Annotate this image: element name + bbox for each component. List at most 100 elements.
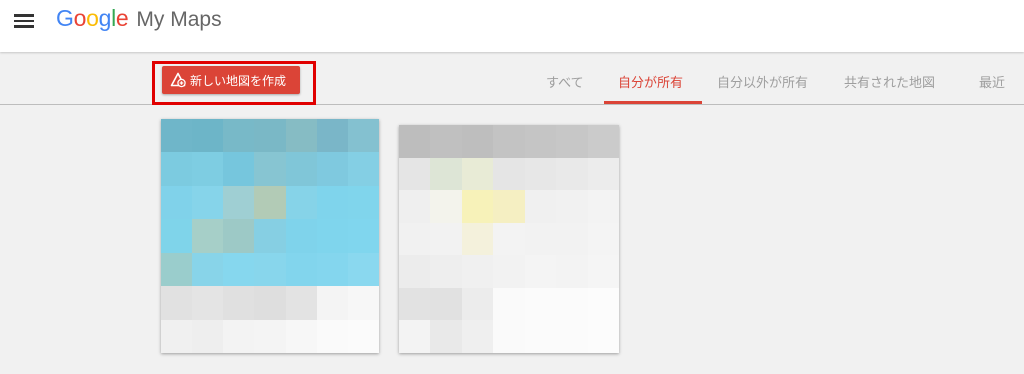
thumbnail-tile: [192, 185, 224, 220]
thumbnail-tile: [347, 319, 379, 353]
thumbnail-tile: [493, 222, 525, 256]
thumbnail-tile: [524, 125, 557, 158]
thumbnail-tile: [556, 125, 588, 158]
thumbnail-tile: [556, 157, 588, 191]
thumbnail-tile: [223, 152, 255, 186]
thumbnail-tile: [161, 119, 193, 153]
thumbnail-tile: [161, 319, 193, 353]
hamburger-menu-icon[interactable]: [14, 12, 36, 28]
thumbnail-tile: [399, 157, 431, 191]
google-logo: Google: [56, 5, 129, 31]
thumbnail-tile: [556, 190, 588, 223]
thumbnail-tile: [316, 119, 348, 153]
thumbnail-tile: [316, 319, 348, 353]
thumbnail-tile: [524, 222, 557, 256]
thumbnail-tile: [347, 286, 379, 320]
thumbnail-tile: [223, 252, 255, 287]
thumbnail-tile: [223, 286, 255, 320]
thumbnail-tile: [587, 255, 619, 288]
thumbnail-tile: [493, 190, 525, 223]
thumbnail-tile: [587, 287, 619, 321]
thumbnail-tile: [192, 119, 224, 153]
map-card[interactable]: [399, 125, 619, 353]
thumbnail-tile: [316, 286, 348, 320]
thumbnail-tile: [430, 190, 462, 223]
thumbnail-tile: [285, 286, 317, 320]
thumbnail-tile: [316, 185, 348, 220]
thumbnail-tile: [461, 190, 494, 223]
tab-recent[interactable]: 最近: [979, 72, 1005, 91]
tab-not-owned-by-me[interactable]: 自分以外が所有: [717, 72, 808, 91]
thumbnail-tile: [192, 286, 224, 320]
thumbnail-tile: [285, 119, 317, 153]
thumbnail-tile: [161, 252, 193, 287]
thumbnail-tile: [316, 252, 348, 287]
thumbnail-tile: [430, 125, 462, 158]
thumbnail-tile: [192, 319, 224, 353]
thumbnail-tile: [461, 320, 494, 353]
thumbnail-tile: [461, 125, 494, 158]
thumbnail-tile: [347, 185, 379, 220]
thumbnail-tile: [254, 252, 286, 287]
thumbnail-tile: [161, 185, 193, 220]
thumbnail-tile: [399, 222, 431, 256]
thumbnail-tile: [399, 125, 431, 158]
thumbnail-tile: [254, 219, 286, 253]
thumbnail-tile: [223, 319, 255, 353]
thumbnail-tile: [556, 255, 588, 288]
create-new-map-button[interactable]: 新しい地図を作成: [162, 66, 300, 94]
thumbnail-tile: [347, 152, 379, 186]
thumbnail-tile: [161, 219, 193, 253]
thumbnail-tile: [430, 222, 462, 256]
thumbnail-tile: [461, 157, 494, 191]
thumbnail-tile: [192, 252, 224, 287]
thumbnail-tile: [161, 286, 193, 320]
thumbnail-tile: [430, 320, 462, 353]
thumbnail-tile: [192, 219, 224, 253]
map-card[interactable]: [161, 119, 379, 353]
tab-shared-maps[interactable]: 共有された地図: [844, 72, 935, 91]
thumbnail-tile: [493, 157, 525, 191]
create-new-map-label: 新しい地図を作成: [190, 73, 287, 88]
thumbnail-tile: [587, 222, 619, 256]
thumbnail-tile: [430, 287, 462, 321]
thumbnail-tile: [524, 287, 557, 321]
thumbnail-tile: [493, 255, 525, 288]
thumbnail-tile: [347, 119, 379, 153]
product-name: My Maps: [136, 8, 222, 31]
thumbnail-tile: [524, 190, 557, 223]
app-bar: Google My Maps: [0, 0, 1024, 52]
thumbnail-tile: [524, 157, 557, 191]
thumbnail-tile: [399, 255, 431, 288]
thumbnail-tile: [399, 287, 431, 321]
thumbnail-tile: [524, 255, 557, 288]
thumbnail-tile: [587, 125, 619, 158]
thumbnail-tile: [285, 219, 317, 253]
thumbnail-tile: [493, 125, 525, 158]
thumbnail-tile: [254, 319, 286, 353]
app-logo[interactable]: Google My Maps: [56, 5, 222, 35]
thumbnail-tile: [285, 152, 317, 186]
thumbnail-tile: [399, 320, 431, 353]
thumbnail-tile: [223, 219, 255, 253]
thumbnail-tile: [587, 157, 619, 191]
thumbnail-tile: [223, 185, 255, 220]
add-map-icon: [170, 72, 186, 88]
thumbnail-tile: [461, 222, 494, 256]
thumbnail-tile: [254, 119, 286, 153]
thumbnail-tile: [254, 286, 286, 320]
thumbnail-tile: [587, 190, 619, 223]
thumbnail-tile: [461, 255, 494, 288]
thumbnail-tile: [430, 255, 462, 288]
tab-owned-by-me[interactable]: 自分が所有: [618, 72, 683, 91]
thumbnail-tile: [316, 219, 348, 253]
thumbnail-tile: [556, 287, 588, 321]
map-thumbnail: [161, 119, 379, 353]
tab-all[interactable]: すべて: [546, 72, 584, 91]
thumbnail-tile: [254, 185, 286, 220]
thumbnail-tile: [556, 222, 588, 256]
thumbnail-tile: [347, 252, 379, 287]
thumbnail-tile: [430, 157, 462, 191]
thumbnail-tile: [587, 320, 619, 353]
thumbnail-tile: [285, 319, 317, 353]
